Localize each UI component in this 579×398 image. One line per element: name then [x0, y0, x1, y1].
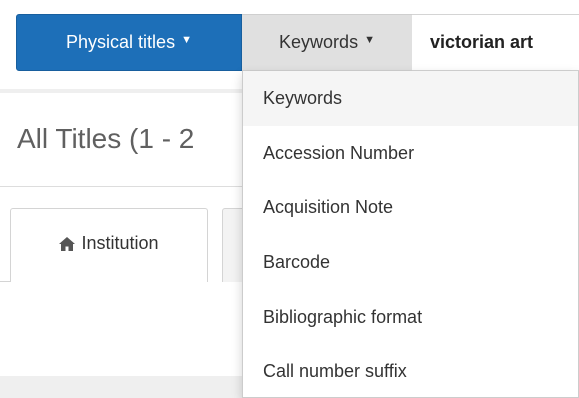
- tab-institution[interactable]: Institution: [10, 208, 208, 282]
- menu-item-barcode[interactable]: Barcode: [243, 235, 578, 290]
- tab-baseline: [0, 281, 10, 282]
- scope-dropdown-button[interactable]: Physical titles ▼: [16, 14, 242, 71]
- field-dropdown-button[interactable]: Keywords ▼: [242, 14, 412, 71]
- caret-down-icon: ▼: [364, 33, 375, 46]
- tab-institution-label: Institution: [81, 233, 159, 253]
- menu-item-bibliographic-format[interactable]: Bibliographic format: [243, 290, 578, 345]
- menu-item-call-number-suffix[interactable]: Call number suffix: [243, 344, 578, 397]
- search-input[interactable]: [412, 14, 579, 71]
- field-menu-list: Keywords Accession Number Acquisition No…: [243, 71, 578, 397]
- field-dropdown-label: Keywords: [279, 32, 359, 52]
- scope-dropdown-label: Physical titles: [66, 32, 176, 52]
- menu-item-accession-number[interactable]: Accession Number: [243, 126, 578, 181]
- page-title: All Titles (1 - 2: [17, 123, 195, 154]
- caret-down-icon: ▼: [181, 33, 192, 46]
- search-bar: Physical titles ▼ Keywords ▼: [16, 14, 579, 71]
- home-icon: [59, 236, 76, 251]
- menu-item-keywords[interactable]: Keywords: [243, 71, 578, 126]
- field-dropdown-menu: Keywords Accession Number Acquisition No…: [242, 71, 579, 398]
- menu-item-acquisition-note[interactable]: Acquisition Note: [243, 180, 578, 235]
